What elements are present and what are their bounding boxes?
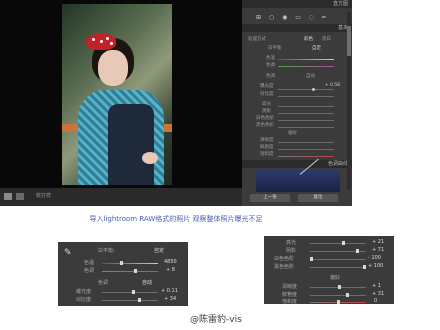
watermark: @陈雷豹-vis — [190, 315, 242, 325]
highlights-slider[interactable] — [278, 106, 334, 107]
exposure-knob[interactable] — [132, 290, 135, 294]
wb-value[interactable]: 自定 — [312, 45, 321, 51]
highlights-value[interactable]: + 21 — [372, 239, 384, 245]
blacks-slider[interactable] — [310, 267, 366, 268]
contrast-value[interactable]: + 34 — [164, 296, 176, 302]
wb-value[interactable]: 自定 — [154, 247, 164, 254]
tone-label: 色调 — [98, 280, 109, 286]
vibrance-label: 鲜艳度 — [260, 145, 274, 150]
shadows-label: 阴影 — [262, 109, 271, 114]
whites-value[interactable]: - 100 — [368, 255, 381, 261]
portrait-photo — [62, 4, 172, 185]
exposure-label: 曝光度 — [76, 289, 92, 295]
vibrance-slider[interactable] — [278, 149, 334, 150]
saturation-slider[interactable] — [278, 156, 334, 157]
exposure-knob[interactable] — [312, 88, 315, 91]
tint-label: 色调 — [84, 268, 95, 274]
saturation-value[interactable]: 0 — [374, 298, 377, 304]
previous-button[interactable]: 上一张 — [250, 194, 290, 202]
shadows-slider[interactable] — [278, 113, 334, 114]
vibrance-label: 鲜艳度 — [282, 292, 298, 298]
tone-curve-graph[interactable] — [256, 158, 340, 192]
vibrance-knob[interactable] — [346, 293, 349, 297]
saturation-knob[interactable] — [337, 300, 340, 304]
basic-panel-crop-left: ✎ 白平衡： 自定 色温 4850 色调 + 8 色调 自动 曝光度 + 0.1… — [58, 242, 188, 306]
highlights-slider[interactable] — [310, 243, 366, 244]
viewer-toolbar: 软打样 — [0, 188, 242, 206]
tint-slider[interactable] — [278, 66, 334, 67]
temp-slider[interactable] — [102, 263, 158, 264]
clarity-slider[interactable] — [278, 142, 334, 143]
tool-strip[interactable]: ⊞ ○ ◉ ▭ ◌ ━ — [256, 14, 329, 21]
treatment-label: 处理方式 — [248, 37, 266, 42]
whites-label: 白色色阶 — [274, 256, 295, 262]
contrast-slider[interactable] — [102, 300, 158, 301]
whites-slider[interactable] — [278, 120, 334, 121]
blacks-knob[interactable] — [363, 265, 366, 269]
tint-knob[interactable] — [134, 269, 137, 273]
vibrance-value[interactable]: + 31 — [372, 291, 384, 297]
exposure-value[interactable]: + 0.58 — [325, 83, 340, 88]
contrast-slider[interactable] — [278, 96, 334, 97]
eyedropper-icon[interactable]: ✎ — [64, 248, 72, 258]
clarity-value[interactable]: + 1 — [372, 283, 381, 289]
whites-knob[interactable] — [310, 257, 313, 261]
vibrance-slider[interactable] — [310, 295, 366, 296]
wb-label: 白平衡 — [268, 46, 282, 51]
blacks-label: 黑色色阶 — [274, 264, 295, 270]
tone-auto[interactable]: 自动 — [306, 73, 315, 79]
exposure-label: 曝光度 — [260, 84, 274, 89]
presence-label: 偏好 — [330, 275, 341, 281]
temp-value[interactable]: 4850 — [164, 259, 177, 265]
tint-value[interactable]: + 8 — [166, 267, 175, 273]
photo-viewer — [0, 0, 242, 206]
highlights-label: 高光 — [286, 240, 297, 246]
scrollbar-thumb[interactable] — [347, 26, 351, 56]
tone-auto[interactable]: 自动 — [142, 279, 152, 286]
shadows-value[interactable]: + 71 — [372, 247, 384, 253]
temp-label: 色温 — [84, 260, 95, 266]
tint-label: 色调 — [266, 63, 275, 68]
panel-scrollbar[interactable] — [347, 12, 351, 190]
softproof-label[interactable]: 软打样 — [36, 192, 51, 199]
contrast-label: 对比度 — [76, 297, 92, 303]
blacks-slider[interactable] — [278, 127, 334, 128]
tone-curve-header[interactable]: 色调曲线 — [242, 160, 352, 168]
highlights-label: 高光 — [262, 102, 271, 107]
exposure-slider[interactable] — [102, 292, 158, 293]
saturation-label: 饱和度 — [260, 152, 274, 157]
saturation-label: 饱和度 — [282, 299, 298, 305]
grid-view-icon[interactable] — [4, 193, 12, 200]
shadows-label: 阴影 — [286, 248, 297, 254]
blacks-value[interactable]: + 100 — [368, 263, 383, 269]
basic-panel-crop-right: 高光 + 21 阴影 + 71 白色色阶 - 100 黑色色阶 + 100 偏好… — [264, 236, 394, 305]
clarity-label: 清晰度 — [260, 138, 274, 143]
lightroom-window: 软打样 直方图 基本 处理方式 彩色 黑白 白平衡 自定 色温 色调 色调 自动… — [0, 0, 352, 206]
tone-label: 色调 — [266, 74, 275, 79]
wb-label: 白平衡： — [98, 248, 119, 254]
temp-slider[interactable] — [278, 59, 334, 60]
reset-button[interactable]: 复位 — [298, 194, 338, 202]
shadows-knob[interactable] — [356, 249, 359, 253]
contrast-label: 对比度 — [260, 92, 274, 97]
presence-label: 偏好 — [288, 131, 297, 136]
caption: 导入lightroom RAW格式的照片 观察整体照片曝光不足 — [89, 215, 263, 223]
whites-slider[interactable] — [310, 259, 366, 260]
temp-label: 色温 — [266, 56, 275, 61]
histogram-header[interactable]: 直方图 — [242, 0, 352, 8]
clarity-knob[interactable] — [338, 285, 341, 289]
exposure-slider[interactable] — [278, 89, 334, 90]
highlights-knob[interactable] — [342, 241, 345, 245]
loupe-view-icon[interactable] — [16, 193, 24, 200]
tint-slider[interactable] — [102, 271, 158, 272]
exposure-value[interactable]: + 0.11 — [161, 288, 178, 294]
treatment-color[interactable]: 彩色 — [304, 36, 313, 42]
blacks-label: 黑色色阶 — [256, 123, 274, 128]
whites-label: 白色色阶 — [256, 116, 274, 121]
contrast-knob[interactable] — [138, 298, 141, 302]
temp-knob[interactable] — [120, 261, 123, 265]
basic-header[interactable]: 基本 — [242, 24, 352, 32]
clarity-label: 清晰度 — [282, 284, 298, 290]
treatment-bw[interactable]: 黑白 — [322, 36, 331, 42]
